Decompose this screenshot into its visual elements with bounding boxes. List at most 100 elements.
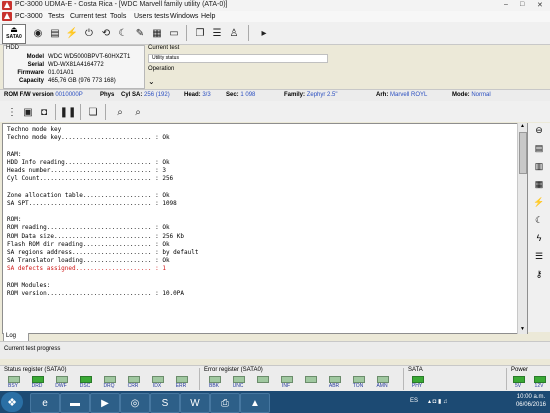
person-icon[interactable]: ♙ [226,25,242,41]
log-scrollbar[interactable]: ▲ ▼ [517,123,527,334]
language-indicator[interactable]: ES [410,398,418,404]
log-text: Techno mode key Techno mode key.........… [3,124,527,300]
save-icon[interactable]: ▣ [20,104,36,120]
media-player-icon[interactable]: ▶ [90,393,120,413]
log-view[interactable]: Techno mode key Techno mode key.........… [2,123,528,334]
flag-label: 5V [514,383,522,389]
hdd-select-icon[interactable]: ◉ [30,25,46,41]
scroll-up-icon[interactable]: ▲ [518,123,527,131]
serial-value: WD-WX81A4164772 [48,62,104,68]
menu-windows[interactable]: Windows [170,13,198,20]
disk-icon[interactable]: ⊖ [531,125,547,139]
power-off-icon[interactable]: ⏻ [81,25,97,41]
clock[interactable]: 10:00 a.m. 06/06/2016 [516,393,546,409]
maximize-button[interactable]: □ [520,1,524,8]
menu-tests[interactable]: Tests [48,13,64,20]
find-icon[interactable]: ⌕ [112,104,128,120]
arh-key: Arh: [376,92,389,98]
log-line: Techno mode key [7,126,62,133]
printer-icon[interactable]: ⎙ [210,393,240,413]
start-button[interactable]: ❖ [1,392,23,412]
chip-icon[interactable]: ▥ [531,161,547,175]
scroll-down-icon[interactable]: ▼ [518,326,527,334]
power-label: Power [511,367,529,373]
scroll-thumb[interactable] [519,132,527,174]
power-on-icon[interactable]: ⚡ [64,25,80,41]
hdd-caption: HDD [6,45,19,51]
toolbar-separator [105,104,106,120]
ie-icon[interactable]: e [30,393,60,413]
app-menu-icon[interactable] [2,12,12,21]
model-value: WDC WD5000BPVT-60HXZT1 [48,54,131,60]
page-icon[interactable]: ☰ [209,25,225,41]
hdd-id-icon[interactable]: ▤ [47,25,63,41]
led-phy [412,376,424,383]
copy-icon[interactable]: ❏ [85,104,101,120]
flag-label: DSC [79,383,91,389]
pause-icon[interactable]: ❚❚ [60,104,77,120]
log-line: SA regions address......................… [7,249,199,257]
key-icon[interactable]: ⚷ [531,269,547,283]
flag-label: INF [281,383,291,389]
menu-pc3000[interactable]: PC-3000 [15,13,43,20]
divider [506,368,507,390]
tray-icons[interactable]: ▴ ◘ ▮ ♫ [428,398,447,405]
log-line: ROM: [7,216,22,224]
led-inf [281,376,293,383]
windows-icon[interactable]: ❐ [192,25,208,41]
adapter-icon[interactable]: ▦ [149,25,165,41]
log-line: Flash ROM dir reading...................… [7,240,170,248]
skype-icon[interactable]: S [150,393,180,413]
menu-current-test[interactable]: Current test [70,13,107,20]
lightning-icon[interactable]: ϟ [531,233,547,247]
flag-label: BBK [208,383,219,389]
phys-label: Phys [100,92,115,98]
flag-label: TON [352,383,364,389]
led-dwf [56,376,68,383]
capacity-value: 465,76 GB (976 773 168) [48,78,116,84]
minimize-button[interactable]: – [504,1,508,8]
menu-tools[interactable]: Tools [110,13,126,20]
led-dsc [80,376,92,383]
save-as-icon[interactable]: ◘ [36,104,52,120]
family-value: Zephyr 2.5" [306,92,338,98]
run-icon[interactable]: ▸ [256,25,272,41]
led-12v [534,376,546,383]
mode-value: Normal [471,92,491,98]
list-icon[interactable]: ☰ [531,251,547,265]
operation-expand-icon[interactable]: ⌄ [148,77,155,86]
led-drq [104,376,116,383]
reset-icon[interactable]: ⟲ [98,25,114,41]
flag-label: ABR [328,383,340,389]
current-test-panel: Current test Utility status Operation ⌄ [145,45,547,87]
flag-label: CRR [127,383,139,389]
word-icon[interactable]: W [180,393,210,413]
pc3000-taskbar-icon[interactable]: ▲ [240,393,270,413]
sleep-mode-icon[interactable]: ☾ [531,215,547,229]
current-test-label: Current test [148,45,180,51]
monitor-icon[interactable]: ▭ [166,25,182,41]
cyl-value: 256 (192) [144,92,170,98]
options-icon[interactable]: ⋮ [4,104,20,120]
reset-power-icon[interactable]: ⚡ [531,197,547,211]
menu-help[interactable]: Help [201,13,215,20]
log-line-warning: SA defects assigned.....................… [7,265,166,273]
flag-label: DRQ [103,383,115,389]
toolbar-separator [55,104,56,120]
sleep-icon[interactable]: ☾ [115,25,131,41]
right-sidebar: ⊖ ▤ ▥ ▦ ⚡ ☾ ϟ ☰ ⚷ [528,123,550,332]
terminal-icon[interactable]: ▤ [531,143,547,157]
led-ton [353,376,365,383]
explorer-icon[interactable]: ▬ [60,393,90,413]
find-next-icon[interactable]: ⌕ [130,104,146,120]
board-icon[interactable]: ▦ [531,179,547,193]
wrench-icon[interactable]: ✎ [132,25,148,41]
sata-port-button[interactable]: ⏏ SATA0 [2,24,26,44]
log-line: Zone allocation table...................… [7,191,170,199]
current-test-progress-label: Current test progress [4,346,61,352]
toolbar-separator [248,25,249,41]
rom-fw-value: 0010000P [55,92,83,98]
close-button[interactable]: ✕ [537,1,543,9]
menu-users-tests[interactable]: Users tests [134,13,169,20]
chrome-icon[interactable]: ◎ [120,393,150,413]
